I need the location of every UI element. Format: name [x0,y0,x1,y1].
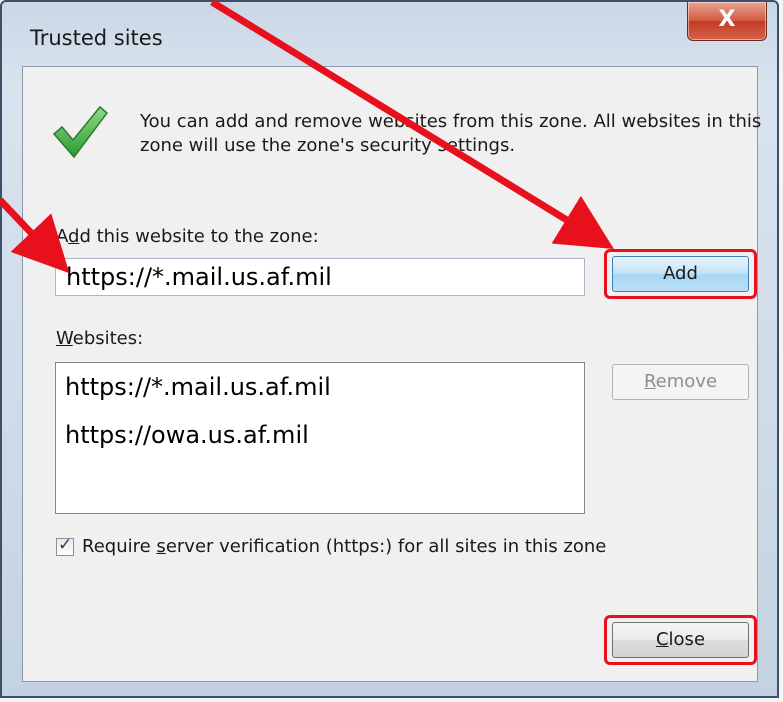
close-button-highlight [604,615,757,665]
list-item[interactable]: https://owa.us.af.mil [65,421,309,449]
require-verification-label[interactable]: Require server verification (https:) for… [82,536,606,557]
website-url-input[interactable]: https://*.mail.us.af.mil [55,258,585,296]
list-item[interactable]: https://*.mail.us.af.mil [65,373,331,401]
zone-description: You can add and remove websites from thi… [140,111,762,156]
checkmark-icon [52,105,108,159]
checkbox-check-icon: ✓ [58,535,73,555]
window-title: Trusted sites [30,26,163,50]
require-verification-checkbox[interactable]: ✓ [56,535,74,556]
add-button-highlight [604,249,757,299]
websites-label: Websites: [56,328,144,349]
remove-button[interactable]: Remove [612,364,749,400]
window-close-button[interactable]: X [687,2,767,41]
add-website-label: Add this website to the zone: [56,226,319,247]
websites-listbox[interactable]: https://*.mail.us.af.mil https://owa.us.… [55,362,585,514]
dialog-window: Trusted sites X [0,0,779,698]
title-bar[interactable]: Trusted sites X [2,2,777,66]
